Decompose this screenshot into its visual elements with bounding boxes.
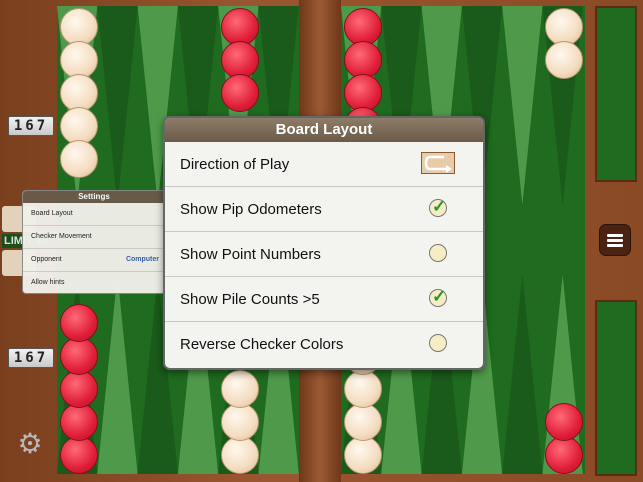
pip-odometer-bottom: 167 <box>8 348 54 368</box>
red-checker[interactable] <box>60 304 98 342</box>
option-label: Reverse Checker Colors <box>180 336 344 353</box>
red-checker[interactable] <box>60 370 98 408</box>
white-checker[interactable] <box>221 403 259 441</box>
gear-icon[interactable]: ⚙ <box>16 430 44 458</box>
red-checker[interactable] <box>221 74 259 112</box>
check-icon: ✓ <box>432 197 447 216</box>
red-checker[interactable] <box>60 403 98 441</box>
settings-panel-title: Settings <box>23 191 165 203</box>
settings-row-label: Checker Movement <box>31 233 92 240</box>
checkbox-reverse-colors[interactable] <box>429 334 447 352</box>
white-checker[interactable] <box>60 140 98 178</box>
option-reverse-checker-colors[interactable]: Reverse Checker Colors <box>165 322 483 367</box>
option-show-pile-counts[interactable]: Show Pile Counts >5 ✓ <box>165 277 483 322</box>
direction-icon[interactable] <box>421 152 455 174</box>
option-show-point-numbers[interactable]: Show Point Numbers <box>165 232 483 277</box>
checkbox-pip-odometers[interactable]: ✓ <box>429 197 447 217</box>
white-checker[interactable] <box>221 436 259 474</box>
option-label: Direction of Play <box>180 156 290 173</box>
red-checker[interactable] <box>60 337 98 375</box>
white-checker[interactable] <box>545 41 583 79</box>
white-checker[interactable] <box>344 370 382 408</box>
option-show-pip-odometers[interactable]: Show Pip Odometers ✓ <box>165 187 483 232</box>
check-icon: ✓ <box>432 287 447 306</box>
settings-row-label: Allow hints <box>31 279 65 286</box>
checkbox-pile-counts[interactable]: ✓ <box>429 287 447 307</box>
option-label: Show Point Numbers <box>180 246 321 263</box>
pip-odometer-top: 167 <box>8 116 54 136</box>
hamburger-menu-icon[interactable] <box>600 225 630 255</box>
white-checker[interactable] <box>344 436 382 474</box>
option-label: Show Pip Odometers <box>180 201 322 218</box>
point-triangle[interactable] <box>502 275 543 474</box>
white-checker[interactable] <box>221 370 259 408</box>
option-direction-of-play[interactable]: Direction of Play <box>165 142 483 187</box>
settings-panel: Settings Board Layout Checker Movement O… <box>22 190 166 294</box>
red-checker[interactable] <box>60 436 98 474</box>
settings-row-board-layout[interactable]: Board Layout <box>23 203 165 226</box>
opponent-value: Computer <box>125 256 159 263</box>
point-triangle[interactable] <box>97 6 138 205</box>
checkbox-point-numbers[interactable] <box>429 244 447 262</box>
point-triangle[interactable] <box>502 6 543 205</box>
popover-title: Board Layout <box>165 118 483 142</box>
option-label: Show Pile Counts >5 <box>180 291 320 308</box>
point-triangle[interactable] <box>97 275 138 474</box>
red-checker[interactable] <box>545 403 583 441</box>
red-checker[interactable] <box>545 436 583 474</box>
settings-row-allow-hints[interactable]: Allow hints <box>23 272 165 293</box>
settings-row-label: Board Layout <box>31 210 73 217</box>
settings-row-checker-movement[interactable]: Checker Movement <box>23 226 165 249</box>
settings-row-label: Opponent <box>31 256 62 263</box>
board-layout-popover: Board Layout Direction of Play Show Pip … <box>163 116 485 370</box>
white-checker[interactable] <box>344 403 382 441</box>
settings-row-opponent[interactable]: Opponent Computer <box>23 249 165 272</box>
